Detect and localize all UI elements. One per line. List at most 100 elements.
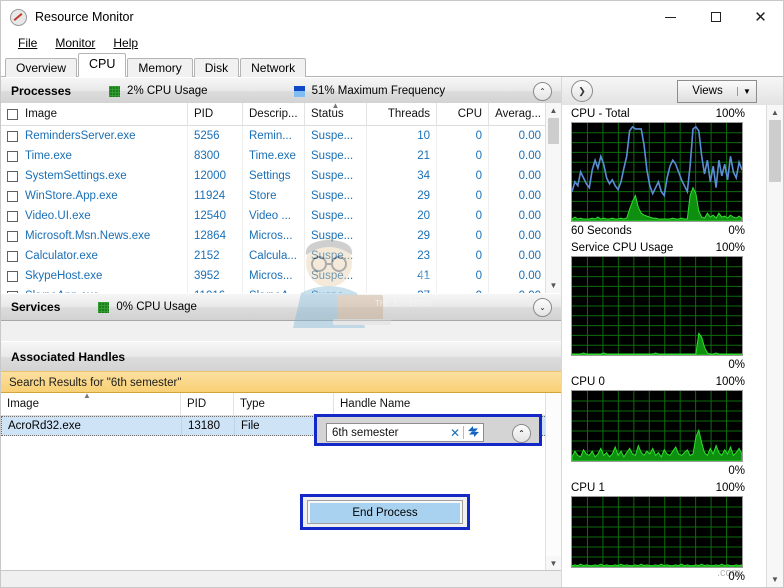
table-row[interactable]: Video.UI.exe12540Video ...Suspe...2000.0… bbox=[1, 206, 561, 226]
handles-section-header[interactable]: Associated Handles bbox=[1, 341, 561, 373]
handle-col-header-image[interactable]: ▲ Image bbox=[1, 393, 181, 415]
menu-monitor[interactable]: Monitor bbox=[46, 35, 104, 51]
process-cell-threads: 20 bbox=[367, 206, 437, 226]
table-row[interactable]: SkypeHost.exe3952Micros...Suspe...4100.0… bbox=[1, 266, 561, 286]
col-header-average[interactable]: Averag... bbox=[489, 103, 547, 125]
select-all-checkbox[interactable] bbox=[7, 109, 18, 120]
services-cpu-swatch-icon bbox=[98, 302, 109, 313]
processes-scrollbar[interactable]: ▲ ▼ bbox=[545, 103, 561, 293]
col-header-description[interactable]: Descrip... bbox=[243, 103, 305, 125]
right-scroll-up-icon[interactable]: ▲ bbox=[767, 105, 783, 120]
table-row[interactable]: WinStore.App.exe11924StoreSuspe...2900.0… bbox=[1, 186, 561, 206]
tab-disk[interactable]: Disk bbox=[194, 58, 239, 77]
views-button[interactable]: Views ▼ bbox=[677, 80, 757, 103]
process-row-checkbox[interactable] bbox=[7, 211, 18, 222]
process-cell-description: Time.exe bbox=[243, 146, 305, 166]
context-menu-item-end-process[interactable]: End Process bbox=[310, 503, 460, 523]
search-refresh-icon[interactable] bbox=[464, 425, 483, 441]
handle-col-header-name[interactable]: Handle Name bbox=[334, 393, 547, 415]
menu-help[interactable]: Help bbox=[104, 35, 147, 51]
close-button[interactable]: ✕ bbox=[738, 1, 783, 33]
process-row-checkbox[interactable] bbox=[7, 171, 18, 182]
process-cell-threads: 34 bbox=[367, 166, 437, 186]
process-image-label: RemindersServer.exe bbox=[25, 130, 136, 142]
graph-xlabel: 60 Seconds bbox=[571, 225, 632, 237]
processes-table: Image PID Descrip... ▲ Status Threads CP… bbox=[1, 103, 561, 294]
table-row[interactable]: Calculator.exe2152Calcula...Suspe...2300… bbox=[1, 246, 561, 266]
process-row-checkbox[interactable] bbox=[7, 271, 18, 282]
tab-network[interactable]: Network bbox=[240, 58, 306, 77]
right-pane: ❯ Views ▼ CPU - Total100%60 Seconds0%Ser… bbox=[562, 77, 783, 587]
scroll-down-icon[interactable]: ▼ bbox=[546, 278, 561, 293]
table-row[interactable]: RemindersServer.exe5256Remin...Suspe...1… bbox=[1, 126, 561, 146]
services-expand-button[interactable]: ⌄ bbox=[533, 298, 552, 317]
handles-collapse-button[interactable]: ⌃ bbox=[512, 424, 531, 443]
col-header-status[interactable]: ▲ Status bbox=[305, 103, 367, 125]
process-row-checkbox[interactable] bbox=[7, 191, 18, 202]
process-row-checkbox[interactable] bbox=[7, 231, 18, 242]
views-dropdown-caret-icon[interactable]: ▼ bbox=[737, 87, 756, 96]
graph-series-cpu-1 bbox=[572, 564, 742, 567]
tab-memory[interactable]: Memory bbox=[127, 58, 192, 77]
main-content: Processes 2% CPU Usage 51% Maximum Frequ… bbox=[1, 77, 783, 587]
title-bar: Resource Monitor ✕ bbox=[1, 1, 783, 33]
tab-cpu[interactable]: CPU bbox=[78, 53, 126, 77]
menu-monitor-label: Monitor bbox=[55, 36, 95, 50]
processes-collapse-button[interactable]: ⌃ bbox=[533, 82, 552, 101]
context-menu: End Process bbox=[307, 500, 463, 524]
maximize-button[interactable] bbox=[693, 1, 738, 33]
handle-cell-image: AcroRd32.exe bbox=[2, 416, 182, 436]
graph-title: CPU 1 bbox=[571, 482, 605, 494]
process-cell-threads: 41 bbox=[367, 266, 437, 286]
graph-gridlines bbox=[572, 497, 742, 567]
graph-plot-3 bbox=[571, 496, 743, 568]
graph-min-label: 0% bbox=[728, 571, 745, 583]
graph-max-label: 100% bbox=[716, 242, 745, 254]
graph-gridlines bbox=[572, 257, 742, 355]
col-header-pid[interactable]: PID bbox=[188, 103, 243, 125]
process-cell-status: Suspe... bbox=[305, 146, 367, 166]
handle-cell-pid: 13180 bbox=[182, 416, 235, 436]
minimize-button[interactable] bbox=[648, 1, 693, 33]
handle-search-box[interactable]: 6th semester ✕ bbox=[326, 423, 484, 442]
col-header-cpu-label: CPU bbox=[458, 108, 482, 120]
process-row-checkbox[interactable] bbox=[7, 251, 18, 262]
col-header-image[interactable]: Image bbox=[1, 103, 188, 125]
handle-col-header-type[interactable]: Type bbox=[234, 393, 334, 415]
graph-svg bbox=[572, 123, 742, 221]
process-row-checkbox[interactable] bbox=[7, 151, 18, 162]
graph-svg bbox=[572, 391, 742, 461]
graph-title: CPU 0 bbox=[571, 376, 605, 388]
table-row[interactable]: Time.exe8300Time.exeSuspe...2100.00 bbox=[1, 146, 561, 166]
process-cell-image: Video.UI.exe bbox=[1, 206, 188, 226]
col-header-cpu[interactable]: CPU bbox=[437, 103, 489, 125]
col-header-threads[interactable]: Threads bbox=[367, 103, 437, 125]
menu-file[interactable]: File bbox=[9, 35, 46, 51]
processes-section-header[interactable]: Processes 2% CPU Usage 51% Maximum Frequ… bbox=[1, 77, 561, 105]
right-pane-scrollbar[interactable]: ▲ ▼ bbox=[766, 105, 783, 587]
right-pane-scroll-thumb[interactable] bbox=[769, 120, 781, 182]
graph-plot-1 bbox=[571, 256, 743, 356]
tab-overview[interactable]: Overview bbox=[5, 58, 77, 77]
handles-scroll-down-icon[interactable]: ▼ bbox=[546, 556, 561, 571]
process-cell-cpu: 0 bbox=[437, 126, 489, 146]
handle-col-header-name-label: Handle Name bbox=[340, 398, 410, 410]
process-cell-threads: 29 bbox=[367, 186, 437, 206]
process-cell-pid: 12000 bbox=[188, 166, 243, 186]
processes-scroll-thumb[interactable] bbox=[548, 118, 559, 144]
handles-scrollbar[interactable]: ▼ bbox=[545, 393, 561, 571]
right-scroll-down-icon[interactable]: ▼ bbox=[767, 572, 783, 587]
process-cell-cpu: 0 bbox=[437, 186, 489, 206]
handle-search-input[interactable]: 6th semester bbox=[327, 427, 447, 439]
graph-series-service-cpu bbox=[572, 333, 742, 355]
graph-series-service-cpu bbox=[572, 188, 742, 221]
expand-panel-button[interactable]: ❯ bbox=[571, 80, 593, 102]
services-cpu-meter: 0% CPU Usage bbox=[98, 301, 197, 313]
process-row-checkbox[interactable] bbox=[7, 131, 18, 142]
services-section-header[interactable]: Services 0% CPU Usage ⌄ bbox=[1, 293, 561, 321]
table-row[interactable]: Microsoft.Msn.News.exe12864Micros...Susp… bbox=[1, 226, 561, 246]
clear-search-icon[interactable]: ✕ bbox=[447, 426, 463, 440]
table-row[interactable]: SystemSettings.exe12000SettingsSuspe...3… bbox=[1, 166, 561, 186]
scroll-up-icon[interactable]: ▲ bbox=[546, 103, 561, 118]
handle-col-header-pid[interactable]: PID bbox=[181, 393, 234, 415]
